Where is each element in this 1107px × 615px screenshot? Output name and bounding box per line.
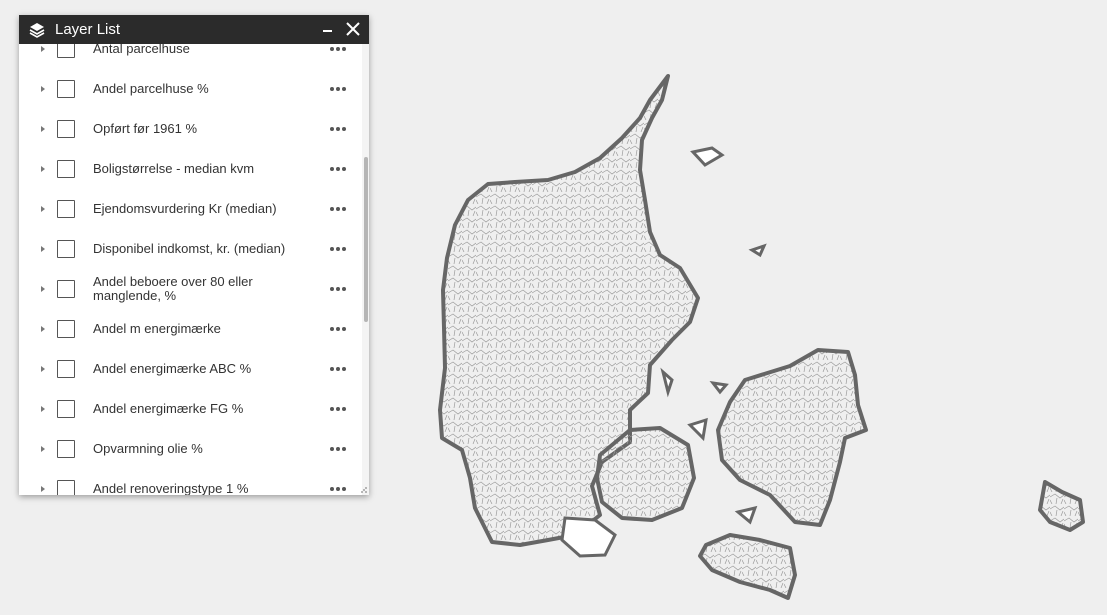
layer-label: Andel beboere over 80 eller manglende, % <box>93 274 253 303</box>
scrollbar[interactable] <box>362 44 369 495</box>
caret-right-icon[interactable] <box>41 246 45 252</box>
layer-label: Andel renoveringstype 1 % <box>93 481 249 496</box>
caret-right-icon[interactable] <box>41 86 45 92</box>
caret-right-icon[interactable] <box>41 486 45 492</box>
layer-label: Opvarmning olie % <box>93 441 203 456</box>
layer-label: Disponibel indkomst, kr. (median) <box>93 241 286 256</box>
layer-label: Opført før 1961 % <box>93 121 198 136</box>
layers-icon <box>28 21 46 39</box>
more-options-icon[interactable] <box>330 87 348 92</box>
layer-label: Andel energimærke FG % <box>93 401 244 416</box>
layer-visibility-checkbox[interactable] <box>57 200 75 218</box>
more-options-icon[interactable] <box>330 47 348 52</box>
layer-row[interactable]: Opført før 1961 % <box>19 109 362 149</box>
layer-visibility-checkbox[interactable] <box>57 80 75 98</box>
caret-right-icon[interactable] <box>41 446 45 452</box>
layer-visibility-checkbox[interactable] <box>57 320 75 338</box>
layer-visibility-checkbox[interactable] <box>57 440 75 458</box>
layer-visibility-checkbox[interactable] <box>57 480 75 495</box>
layer-row[interactable]: Antal parcelhuse <box>19 44 362 69</box>
layer-visibility-checkbox[interactable] <box>57 44 75 58</box>
layer-label: Antal parcelhuse <box>93 44 190 56</box>
more-options-icon[interactable] <box>330 127 348 132</box>
layer-row[interactable]: Andel beboere over 80 eller manglende, % <box>19 269 362 309</box>
more-options-icon[interactable] <box>330 327 348 332</box>
layer-label: Andel parcelhuse % <box>93 81 209 96</box>
panel-titlebar[interactable]: Layer List <box>19 15 369 44</box>
layer-label: Andel m energimærke <box>93 321 221 336</box>
layer-label: Boligstørrelse - median kvm <box>93 161 255 176</box>
close-icon <box>346 22 360 36</box>
layer-visibility-checkbox[interactable] <box>57 120 75 138</box>
more-options-icon[interactable] <box>330 287 348 292</box>
panel-title: Layer List <box>55 21 121 38</box>
zealand-landmass <box>716 348 868 527</box>
layer-label: Ejendomsvurdering Kr (median) <box>93 201 277 216</box>
caret-right-icon[interactable] <box>41 166 45 172</box>
more-options-icon[interactable] <box>330 167 348 172</box>
layer-row[interactable]: Opvarmning olie % <box>19 429 362 469</box>
layer-visibility-checkbox[interactable] <box>57 160 75 178</box>
lolland-falster-landmass <box>698 533 797 600</box>
layer-visibility-checkbox[interactable] <box>57 280 75 298</box>
caret-right-icon[interactable] <box>41 406 45 412</box>
layer-visibility-checkbox[interactable] <box>57 400 75 418</box>
caret-right-icon[interactable] <box>41 126 45 132</box>
caret-right-icon[interactable] <box>41 46 45 52</box>
caret-right-icon[interactable] <box>41 366 45 372</box>
more-options-icon[interactable] <box>330 407 348 412</box>
layer-row[interactable]: Andel energimærke FG % <box>19 389 362 429</box>
resize-grip-icon[interactable] <box>360 486 368 494</box>
scrollbar-thumb[interactable] <box>364 157 368 322</box>
bornholm-landmass <box>1038 480 1085 532</box>
layer-row[interactable]: Disponibel indkomst, kr. (median) <box>19 229 362 269</box>
layer-row[interactable]: Andel renoveringstype 1 % <box>19 469 362 495</box>
caret-right-icon[interactable] <box>41 206 45 212</box>
layer-visibility-checkbox[interactable] <box>57 360 75 378</box>
layer-row[interactable]: Ejendomsvurdering Kr (median) <box>19 189 362 229</box>
more-options-icon[interactable] <box>330 447 348 452</box>
layer-label: Andel energimærke ABC % <box>93 361 252 376</box>
layer-row[interactable]: Andel parcelhuse % <box>19 69 362 109</box>
close-button[interactable] <box>344 18 362 40</box>
minimize-button[interactable] <box>320 19 336 39</box>
layer-list[interactable]: Antal parcelhuse Andel parcelhuse % Opført… <box>19 44 362 495</box>
layer-row[interactable]: Andel m energimærke <box>19 309 362 349</box>
caret-right-icon[interactable] <box>41 326 45 332</box>
layer-visibility-checkbox[interactable] <box>57 240 75 258</box>
more-options-icon[interactable] <box>330 247 348 252</box>
caret-right-icon[interactable] <box>41 286 45 292</box>
layer-list-panel[interactable]: Layer List Antal parcelhuse Andel parcelh… <box>19 15 369 495</box>
more-options-icon[interactable] <box>330 207 348 212</box>
more-options-icon[interactable] <box>330 367 348 372</box>
layer-row[interactable]: Andel energimærke ABC % <box>19 349 362 389</box>
layer-row[interactable]: Boligstørrelse - median kvm <box>19 149 362 189</box>
more-options-icon[interactable] <box>330 487 348 492</box>
